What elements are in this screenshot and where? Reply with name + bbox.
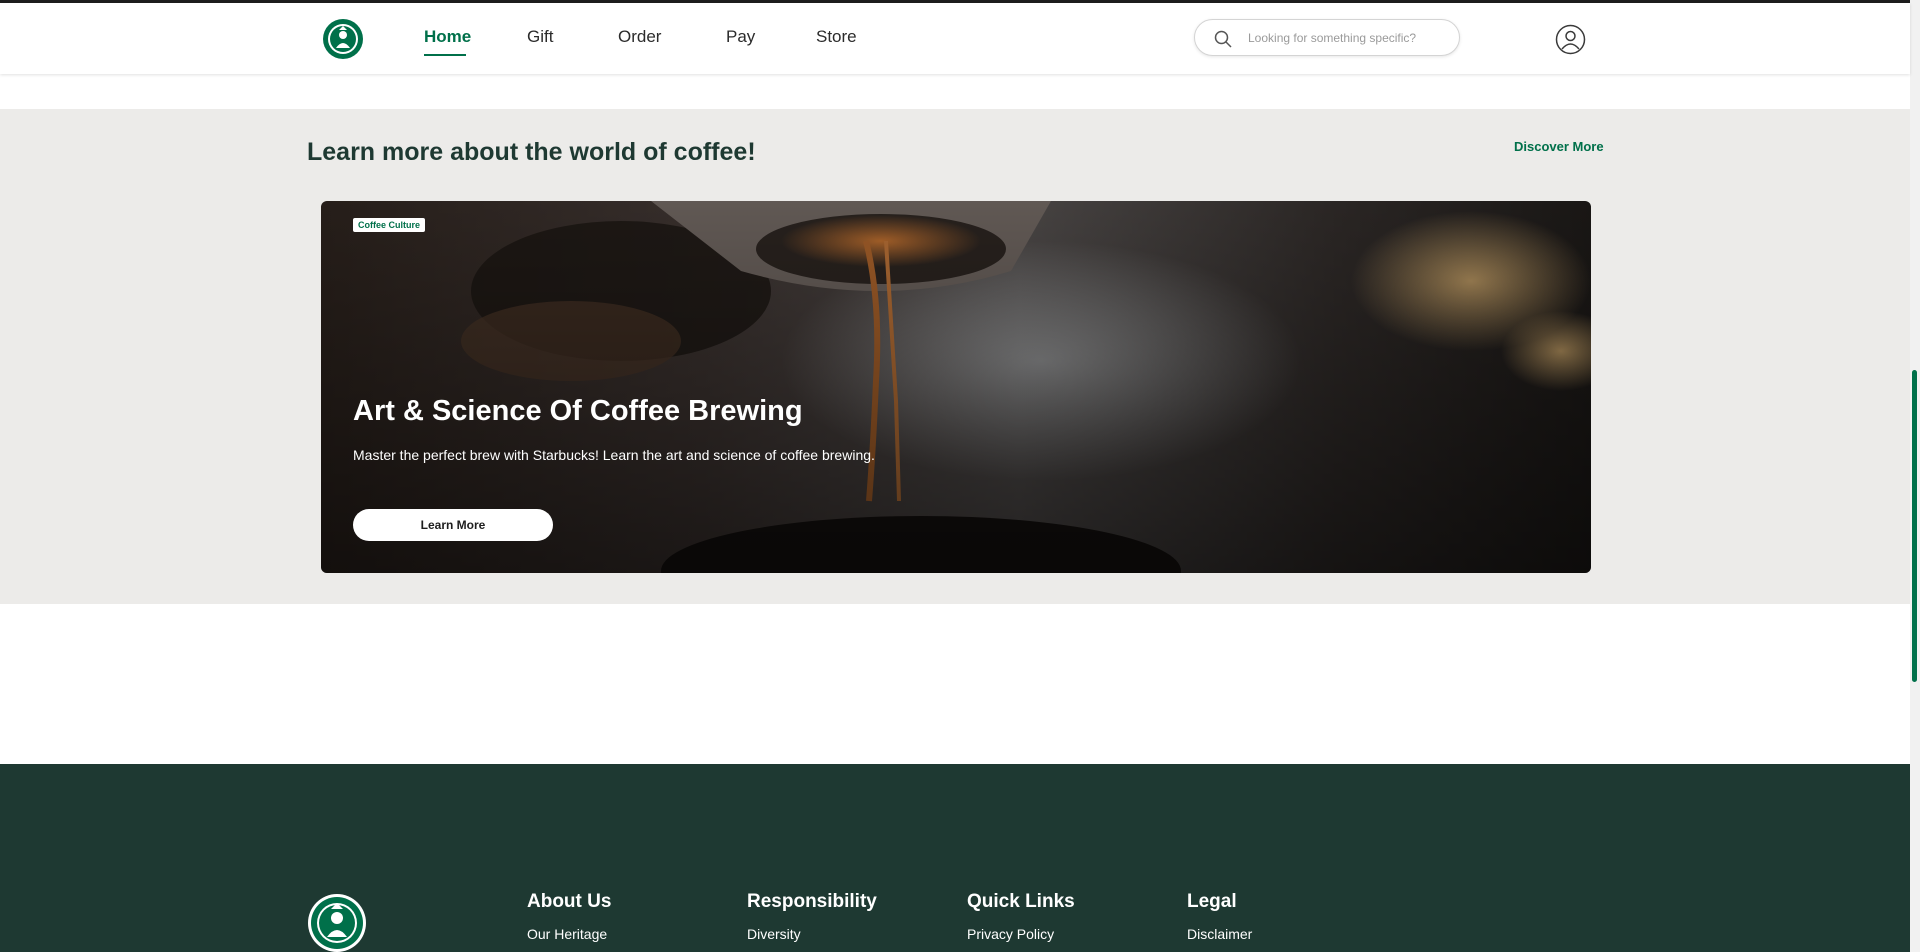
footer-heading: Legal [1187,891,1237,912]
footer-link-our-heritage[interactable]: Our Heritage [527,926,611,942]
user-circle-icon[interactable] [1555,24,1586,55]
card-title: Art & Science Of Coffee Brewing [353,395,803,427]
scrollbar-thumb[interactable] [1912,370,1917,682]
footer-col-legal: Legal Disclaimer [1187,891,1252,942]
nav-order[interactable]: Order [618,27,661,47]
footer-col-quick-links: Quick Links Privacy Policy [967,891,1075,942]
footer-link-diversity[interactable]: Diversity [747,926,877,942]
nav-store[interactable]: Store [816,27,857,47]
section-title: Learn more about the world of coffee! [307,138,756,166]
learn-more-button[interactable]: Learn More [353,509,553,541]
card-description: Master the perfect brew with Starbucks! … [353,447,875,463]
coffee-brewing-card[interactable]: Coffee Culture Art & Science Of Coffee B… [321,201,1591,573]
footer-link-disclaimer[interactable]: Disclaimer [1187,926,1252,942]
nav-pay[interactable]: Pay [726,27,755,47]
search-input[interactable] [1248,28,1448,48]
page: Home Gift Order Pay Store Learn more abo… [0,0,1920,952]
footer-col-about: About Us Our Heritage [527,891,611,942]
page-scrollbar[interactable] [1910,0,1920,952]
footer-heading: Quick Links [967,891,1075,912]
nav-gift[interactable]: Gift [527,27,553,47]
nav-active-indicator [424,54,466,56]
starbucks-logo-icon[interactable] [322,18,364,60]
search-box[interactable] [1194,19,1460,56]
footer-heading: Responsibility [747,891,877,912]
coffee-section: Learn more about the world of coffee! Di… [0,109,1910,604]
nav-home[interactable]: Home [424,27,471,47]
site-header: Home Gift Order Pay Store [0,3,1910,74]
discover-more-link[interactable]: Discover More [1514,139,1604,154]
site-footer: About Us Our Heritage Responsibility Div… [0,764,1910,952]
footer-link-privacy-policy[interactable]: Privacy Policy [967,926,1075,942]
footer-heading: About Us [527,891,612,912]
starbucks-logo-icon[interactable] [307,893,367,952]
search-icon [1214,30,1232,48]
category-badge: Coffee Culture [353,218,426,232]
footer-col-responsibility: Responsibility Diversity [747,891,877,942]
